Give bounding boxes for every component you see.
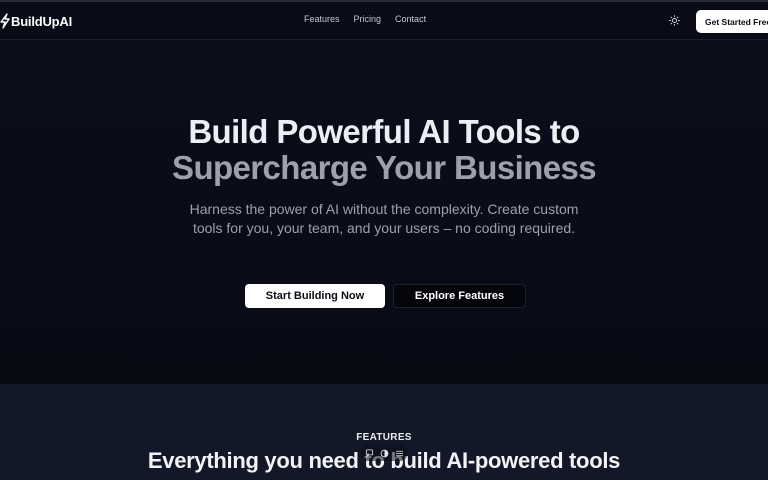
menu-icon (395, 450, 403, 456)
nav-link-features[interactable]: Features (304, 14, 340, 24)
hero-title-line-1: Build Powerful AI Tools to (188, 113, 580, 150)
get-started-button[interactable]: Get Started Free (696, 10, 768, 33)
chat-button[interactable] (364, 448, 374, 458)
hero-title-line-2: Supercharge Your Business (172, 149, 597, 186)
nav-link-contact[interactable]: Contact (395, 14, 426, 24)
theme-toggle-button[interactable] (665, 11, 683, 29)
lightning-bolt-icon (0, 13, 10, 29)
brand-name: BuildUpAI (11, 13, 73, 29)
contrast-icon (380, 449, 388, 457)
hero-section: Build Powerful AI Tools to Supercharge Y… (0, 41, 768, 384)
sun-icon (668, 14, 680, 26)
contrast-button[interactable] (379, 448, 389, 458)
features-section: FEATURES Everything you need to build AI… (0, 384, 768, 480)
hero-title: Build Powerful AI Tools to Supercharge Y… (0, 114, 768, 186)
features-eyebrow: FEATURES (356, 432, 412, 443)
chat-bubble-icon (365, 448, 373, 458)
explore-features-button[interactable]: Explore Features (393, 284, 526, 308)
top-navbar: BuildUpAI Features Pricing Contact Get S… (0, 2, 768, 40)
landing-page: BuildUpAI Features Pricing Contact Get S… (0, 0, 768, 480)
nav-links: Features Pricing Contact (304, 14, 426, 24)
start-building-button[interactable]: Start Building Now (245, 284, 385, 308)
nav-link-pricing[interactable]: Pricing (354, 14, 382, 24)
hero-subtitle: Harness the power of AI without the comp… (189, 201, 579, 236)
floating-toolbar (360, 445, 408, 461)
brand-logo[interactable]: BuildUpAI (0, 11, 72, 31)
menu-button[interactable] (394, 448, 404, 458)
